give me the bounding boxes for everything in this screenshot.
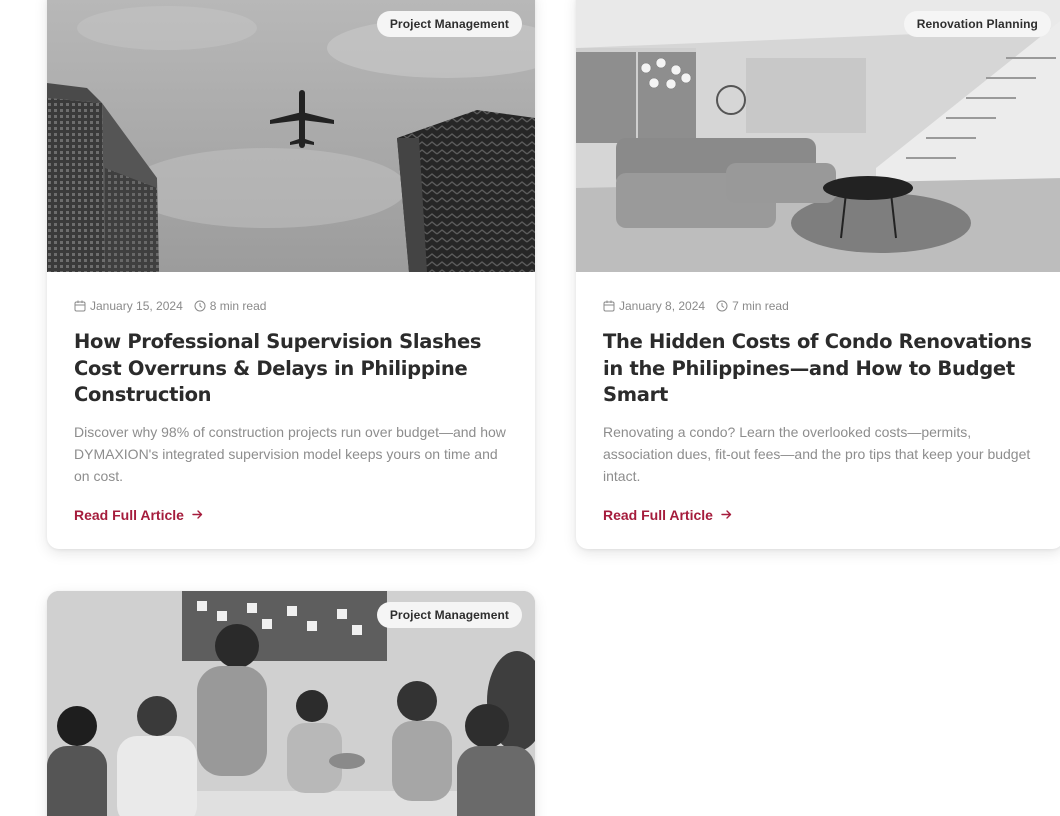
post-date: January 8, 2024 bbox=[619, 299, 706, 313]
arrow-right-icon bbox=[721, 509, 732, 520]
calendar-icon bbox=[603, 300, 615, 312]
condo-living-room-image bbox=[576, 0, 1060, 272]
read-full-article-label: Read Full Article bbox=[74, 506, 184, 523]
card-image-living-room[interactable]: Renovation Planning bbox=[576, 0, 1060, 272]
blog-grid: Project Management January 15, 2024 8 mi… bbox=[0, 0, 1060, 816]
card-image-team-meeting[interactable]: Project Management bbox=[47, 591, 535, 816]
category-badge[interactable]: Project Management bbox=[376, 11, 522, 37]
airplane-skyscrapers-image bbox=[47, 0, 535, 272]
post-title[interactable]: How Professional Supervision Slashes Cos… bbox=[74, 329, 508, 409]
post-excerpt: Renovating a condo? Learn the overlooked… bbox=[603, 423, 1031, 484]
card-image-airplane[interactable]: Project Management bbox=[47, 0, 535, 272]
clock-icon bbox=[194, 300, 206, 312]
post-excerpt: Discover why 98% of construction project… bbox=[74, 423, 506, 484]
blog-card[interactable]: Renovation Planning January 8, 2024 7 mi… bbox=[576, 0, 1060, 549]
category-badge[interactable]: Project Management bbox=[376, 602, 522, 628]
category-badge[interactable]: Renovation Planning bbox=[903, 11, 1051, 37]
post-meta: January 15, 2024 8 min read bbox=[74, 298, 508, 314]
read-full-article-label: Read Full Article bbox=[603, 506, 713, 523]
read-time: 8 min read bbox=[209, 299, 267, 313]
post-date: January 15, 2024 bbox=[90, 299, 183, 313]
arrow-right-icon bbox=[192, 509, 203, 520]
read-time: 7 min read bbox=[732, 299, 789, 313]
post-meta: January 8, 2024 7 min read bbox=[603, 298, 1037, 314]
calendar-icon bbox=[74, 300, 86, 312]
blog-card[interactable]: Project Management January 15, 2024 8 mi… bbox=[47, 0, 535, 549]
read-full-article-link[interactable]: Read Full Article bbox=[603, 507, 732, 523]
clock-icon bbox=[716, 300, 728, 312]
read-full-article-link[interactable]: Read Full Article bbox=[74, 507, 203, 523]
post-title[interactable]: The Hidden Costs of Condo Renovations in… bbox=[603, 329, 1037, 409]
blog-card[interactable]: Project Management bbox=[47, 591, 535, 816]
